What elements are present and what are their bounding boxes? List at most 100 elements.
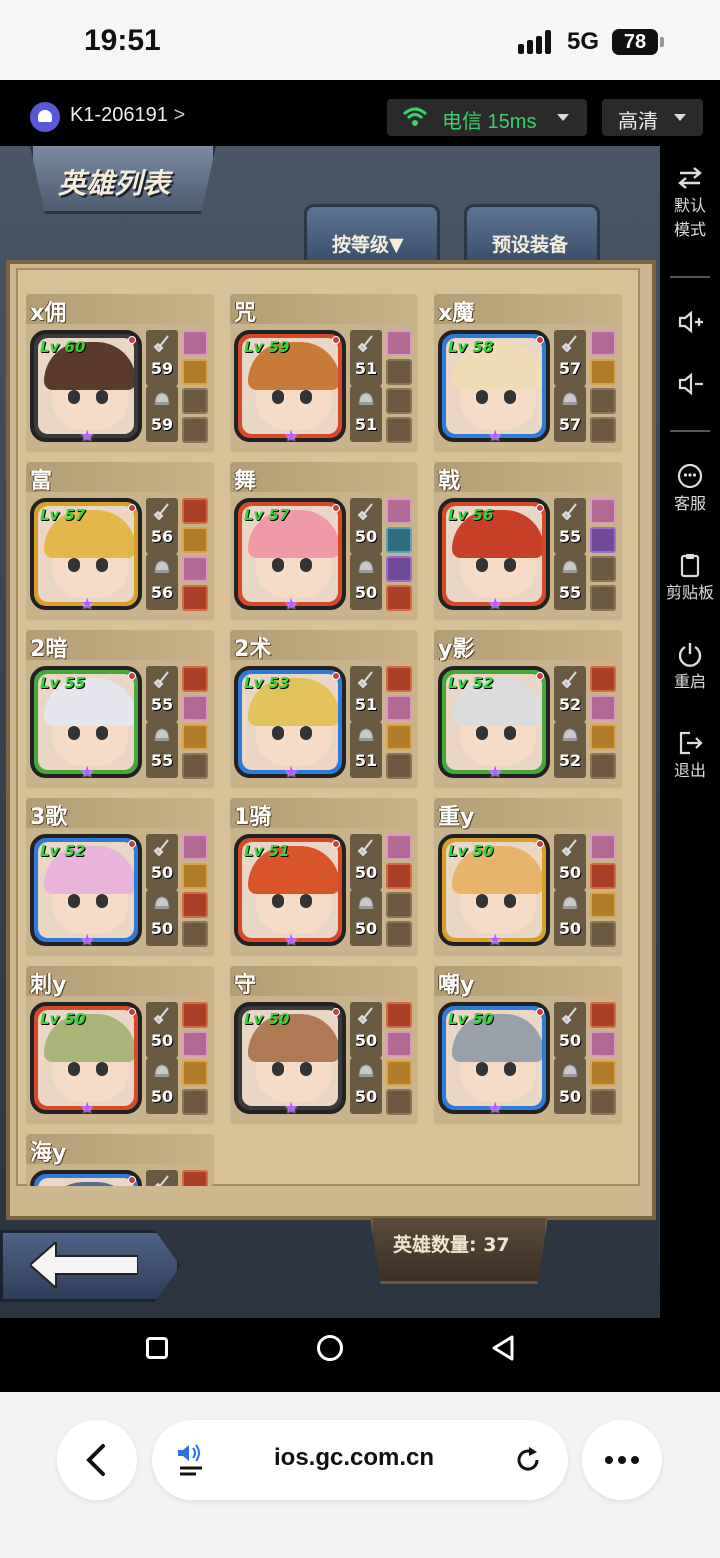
hero-portrait[interactable]: Lv 57 ★ bbox=[234, 498, 346, 613]
equipment-slot[interactable] bbox=[386, 921, 412, 947]
equipment-slot[interactable] bbox=[590, 1031, 616, 1057]
equipment-slot[interactable] bbox=[182, 585, 208, 611]
equipment-slot[interactable] bbox=[182, 556, 208, 582]
equipment-slot[interactable] bbox=[386, 695, 412, 721]
hero-card[interactable]: x佣 Lv 60 ★ 59 59 bbox=[26, 294, 214, 452]
hero-portrait[interactable]: Lv 57 ★ bbox=[30, 498, 142, 613]
equipment-slot[interactable] bbox=[182, 388, 208, 414]
equipment-slot[interactable] bbox=[386, 1031, 412, 1057]
device-id-button[interactable]: K1-206191 > bbox=[70, 104, 185, 127]
hero-portrait[interactable]: ★ bbox=[30, 1170, 142, 1186]
hero-portrait[interactable]: Lv 60 ★ bbox=[30, 330, 142, 445]
volume-up-button[interactable] bbox=[660, 308, 720, 338]
game-viewport[interactable]: 英雄列表 按等级▼ 预设装备 x佣 Lv 60 ★ 59 59 咒 Lv 59 ★ 51 51 x魔… bbox=[0, 146, 660, 1318]
equipment-slot[interactable] bbox=[182, 1002, 208, 1028]
hero-portrait[interactable]: Lv 53 ★ bbox=[234, 666, 346, 781]
volume-down-button[interactable] bbox=[660, 370, 720, 400]
equipment-slot[interactable] bbox=[386, 834, 412, 860]
equipment-slot[interactable] bbox=[182, 1060, 208, 1086]
restart-button[interactable]: 重启 bbox=[660, 640, 720, 694]
equipment-slot[interactable] bbox=[590, 863, 616, 889]
equipment-slot[interactable] bbox=[590, 585, 616, 611]
hero-card[interactable]: 海y ★ bbox=[26, 1134, 214, 1186]
equipment-slot[interactable] bbox=[590, 695, 616, 721]
equipment-slot[interactable] bbox=[590, 1089, 616, 1115]
equipment-slot[interactable] bbox=[386, 1002, 412, 1028]
equipment-slot[interactable] bbox=[182, 892, 208, 918]
hero-portrait[interactable]: Lv 58 ★ bbox=[438, 330, 550, 445]
equipment-slot[interactable] bbox=[590, 330, 616, 356]
hero-card[interactable]: 刺y Lv 50 ★ 50 50 bbox=[26, 966, 214, 1124]
equipment-slot[interactable] bbox=[182, 330, 208, 356]
equipment-slot[interactable] bbox=[590, 834, 616, 860]
equipment-slot[interactable] bbox=[590, 556, 616, 582]
hero-portrait[interactable]: Lv 50 ★ bbox=[234, 1002, 346, 1117]
hero-card[interactable]: x魔 Lv 58 ★ 57 57 bbox=[434, 294, 622, 452]
equipment-slot[interactable] bbox=[590, 1060, 616, 1086]
clipboard-button[interactable]: 剪贴板 bbox=[660, 551, 720, 605]
equipment-slot[interactable] bbox=[182, 359, 208, 385]
hero-portrait[interactable]: Lv 51 ★ bbox=[234, 834, 346, 949]
equipment-slot[interactable] bbox=[386, 1060, 412, 1086]
equipment-slot[interactable] bbox=[386, 585, 412, 611]
mode-button[interactable]: 默认 模式 bbox=[660, 164, 720, 242]
nav-back-icon[interactable] bbox=[491, 1334, 515, 1362]
equipment-slot[interactable] bbox=[182, 834, 208, 860]
hero-portrait[interactable]: Lv 56 ★ bbox=[438, 498, 550, 613]
hero-card[interactable]: 1骑 Lv 51 ★ 50 50 bbox=[230, 798, 418, 956]
recent-apps-button[interactable] bbox=[146, 1337, 168, 1359]
equipment-slot[interactable] bbox=[386, 892, 412, 918]
customer-service-button[interactable]: 客服 bbox=[660, 462, 720, 516]
hero-card[interactable]: 重y Lv 50 ★ 50 50 bbox=[434, 798, 622, 956]
hero-card[interactable]: 戟 Lv 56 ★ 55 55 bbox=[434, 462, 622, 620]
equipment-slot[interactable] bbox=[182, 863, 208, 889]
equipment-slot[interactable] bbox=[590, 666, 616, 692]
hero-portrait[interactable]: Lv 52 ★ bbox=[30, 834, 142, 949]
hero-card[interactable]: 守 Lv 50 ★ 50 50 bbox=[230, 966, 418, 1124]
equipment-slot[interactable] bbox=[386, 527, 412, 553]
equipment-slot[interactable] bbox=[386, 666, 412, 692]
equipment-slot[interactable] bbox=[590, 1002, 616, 1028]
home-button[interactable] bbox=[317, 1335, 343, 1361]
equipment-slot[interactable] bbox=[182, 921, 208, 947]
equipment-slot[interactable] bbox=[386, 330, 412, 356]
equipment-slot[interactable] bbox=[386, 863, 412, 889]
equipment-slot[interactable] bbox=[182, 527, 208, 553]
hero-card[interactable]: y影 Lv 52 ★ 52 52 bbox=[434, 630, 622, 788]
hero-portrait[interactable]: Lv 52 ★ bbox=[438, 666, 550, 781]
equipment-slot[interactable] bbox=[182, 1089, 208, 1115]
equipment-slot[interactable] bbox=[590, 527, 616, 553]
equipment-slot[interactable] bbox=[590, 498, 616, 524]
equipment-slot[interactable] bbox=[590, 417, 616, 443]
equipment-slot[interactable] bbox=[182, 753, 208, 779]
equipment-slot[interactable] bbox=[590, 359, 616, 385]
equipment-slot[interactable] bbox=[182, 695, 208, 721]
hero-portrait[interactable]: Lv 55 ★ bbox=[30, 666, 142, 781]
hero-portrait[interactable]: Lv 50 ★ bbox=[438, 1002, 550, 1117]
equipment-slot[interactable] bbox=[386, 556, 412, 582]
equipment-slot[interactable] bbox=[386, 498, 412, 524]
more-menu-button[interactable] bbox=[582, 1420, 662, 1500]
reload-icon[interactable] bbox=[512, 1444, 544, 1476]
hero-card[interactable]: 3歌 Lv 52 ★ 50 50 bbox=[26, 798, 214, 956]
equipment-slot[interactable] bbox=[182, 417, 208, 443]
equipment-slot[interactable] bbox=[590, 921, 616, 947]
hero-card[interactable]: 富 Lv 57 ★ 56 56 bbox=[26, 462, 214, 620]
equipment-slot[interactable] bbox=[386, 753, 412, 779]
equipment-slot[interactable] bbox=[182, 1031, 208, 1057]
hero-card[interactable]: 舞 Lv 57 ★ 50 50 bbox=[230, 462, 418, 620]
equipment-slot[interactable] bbox=[386, 417, 412, 443]
hero-card[interactable]: 嘲y Lv 50 ★ 50 50 bbox=[434, 966, 622, 1124]
hero-card[interactable]: 咒 Lv 59 ★ 51 51 bbox=[230, 294, 418, 452]
equipment-slot[interactable] bbox=[182, 666, 208, 692]
exit-button[interactable]: 退出 bbox=[660, 729, 720, 783]
equipment-slot[interactable] bbox=[590, 892, 616, 918]
equipment-slot[interactable] bbox=[386, 388, 412, 414]
equipment-slot[interactable] bbox=[182, 498, 208, 524]
equipment-slot[interactable] bbox=[182, 1170, 208, 1186]
equipment-slot[interactable] bbox=[590, 753, 616, 779]
equipment-slot[interactable] bbox=[386, 359, 412, 385]
equipment-slot[interactable] bbox=[590, 724, 616, 750]
equipment-slot[interactable] bbox=[182, 724, 208, 750]
hero-portrait[interactable]: Lv 50 ★ bbox=[438, 834, 550, 949]
